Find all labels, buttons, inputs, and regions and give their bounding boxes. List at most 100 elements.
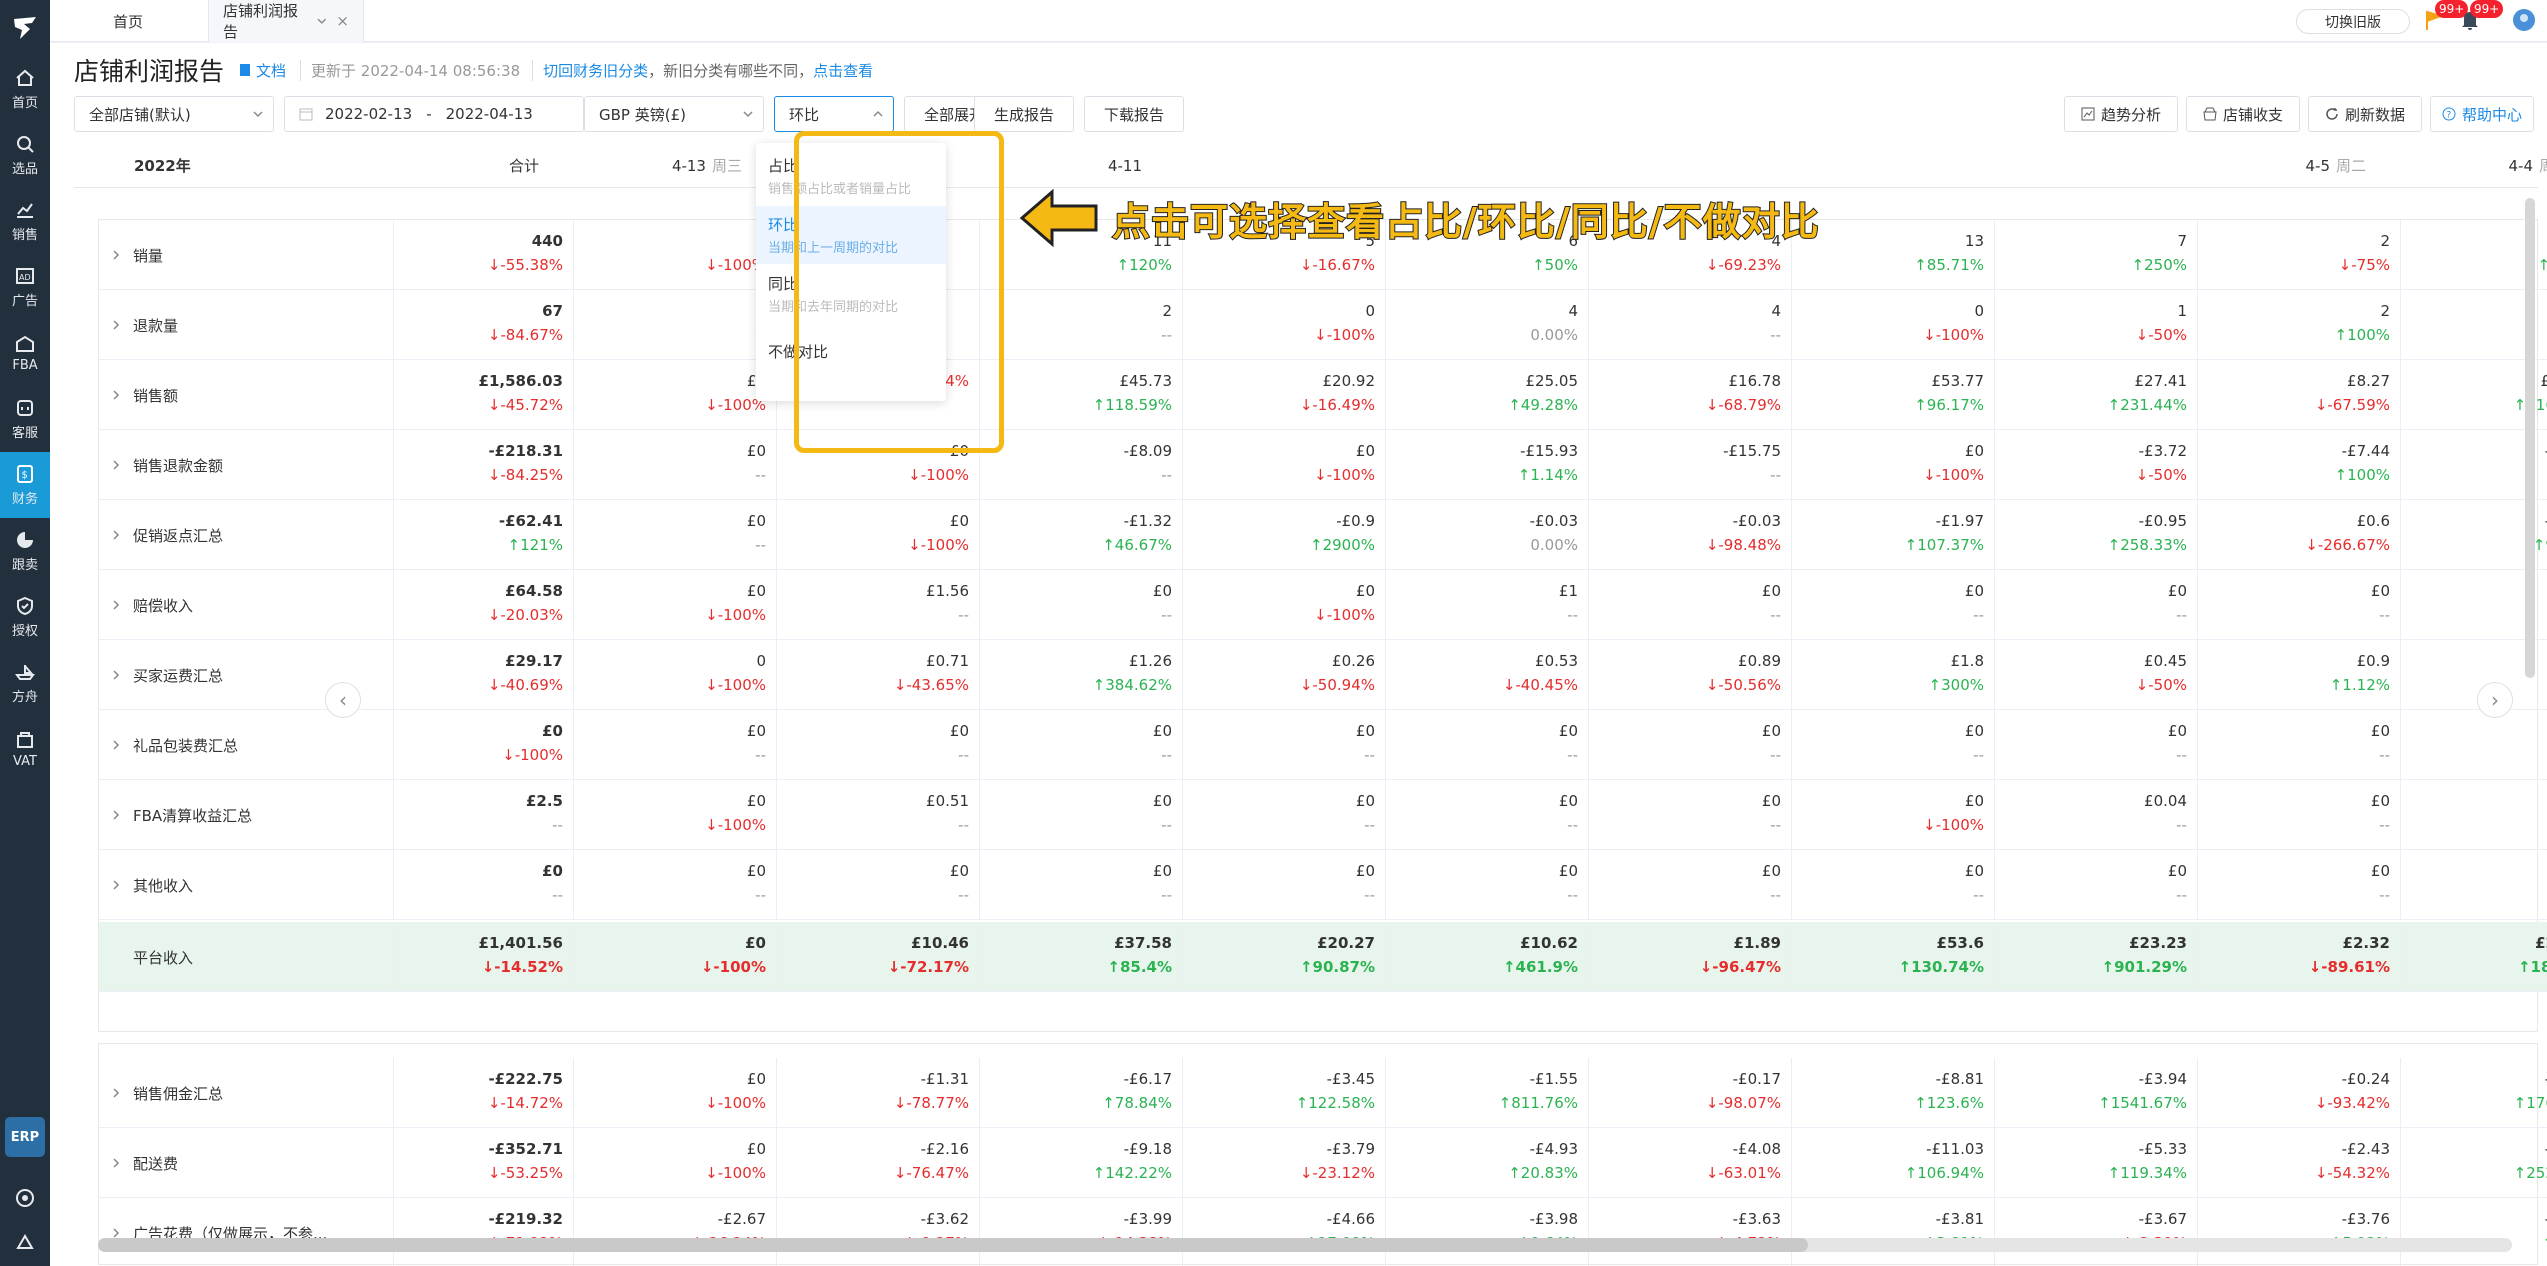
- sidebar-item-ark[interactable]: 方舟: [0, 650, 50, 716]
- sidebar-item-service[interactable]: 客服: [0, 386, 50, 452]
- refresh-data-button[interactable]: 刷新数据: [2308, 96, 2422, 132]
- chevron-right-icon[interactable]: [111, 740, 121, 750]
- erp-button[interactable]: ERP: [5, 1117, 45, 1157]
- row-label[interactable]: 销量: [99, 220, 394, 290]
- reclass-link[interactable]: 切回财务旧分类: [532, 59, 648, 81]
- row-label[interactable]: 其他收入: [99, 850, 394, 920]
- cell-value: £64.58: [505, 582, 563, 600]
- cell-value: 440: [531, 232, 563, 250]
- chevron-right-icon[interactable]: [111, 1158, 121, 1168]
- data-cell: £0 --: [574, 430, 777, 500]
- close-tab-icon[interactable]: ×: [336, 12, 349, 30]
- compare-select[interactable]: 环比: [774, 96, 894, 132]
- row-label[interactable]: 销售退款金额: [99, 430, 394, 500]
- scroll-left-button[interactable]: ‹: [325, 682, 361, 718]
- sidebar-item-shield[interactable]: 授权: [0, 584, 50, 650]
- row-label[interactable]: 促销返点汇总: [99, 500, 394, 570]
- cell-value: £0: [1558, 722, 1578, 740]
- cell-change: --: [2176, 606, 2187, 624]
- store-select[interactable]: 全部店铺(默认): [74, 96, 274, 132]
- row-label[interactable]: 销售佣金汇总: [99, 1058, 394, 1128]
- chevron-right-icon[interactable]: [111, 1228, 121, 1238]
- row-label[interactable]: 销售额: [99, 360, 394, 430]
- app-logo[interactable]: [0, 0, 50, 56]
- cell-value: £8.27: [2347, 372, 2390, 390]
- doc-icon[interactable]: [238, 63, 252, 77]
- table-row[interactable]: 礼品包装费汇总 £0 ↓-100% £0 -- £0 -- £0 -- £0 -- £0 -- £0 -- £…: [99, 710, 2547, 780]
- doc-link[interactable]: 文档: [256, 60, 286, 81]
- cell-change: --: [1770, 606, 1781, 624]
- sidebar-item-search[interactable]: 选品: [0, 122, 50, 188]
- sidebar-item-chart[interactable]: 销售: [0, 188, 50, 254]
- sidebar-item-dollar[interactable]: $ 财务: [0, 452, 50, 518]
- table-row[interactable]: 其他收入 £0 -- £0 -- £0 -- £0 -- £0 -- £0 -- £0 -- £0 -- £0 --…: [99, 850, 2547, 920]
- sidebar-item-building[interactable]: VAT: [0, 716, 50, 782]
- cell-change: 0.00%: [1530, 536, 1578, 554]
- table-row[interactable]: 销售佣金汇总 -£222.75 ↓-14.72% £0 ↓-100% -£1.31 ↓-78…: [99, 1058, 2547, 1128]
- help-center-button[interactable]: ? 帮助中心: [2430, 96, 2534, 132]
- table-row[interactable]: 销售额£1,586.03↓-45.72%£0↓-100%↓-83.24%£45.…: [99, 360, 2547, 430]
- scroll-right-button[interactable]: ›: [2477, 682, 2513, 718]
- chevron-right-icon[interactable]: [111, 460, 121, 470]
- date-range-picker[interactable]: 2022-02-13 - 2022-04-13: [284, 96, 584, 132]
- table-row[interactable]: 买家运费汇总 £29.17 ↓-40.69% 0 ↓-100% £0.71 ↓-43.65%…: [99, 640, 2547, 710]
- table-row[interactable]: 赔偿收入 £64.58 ↓-20.03% £0 ↓-100% £1.56 -- £0 -- £0 ↓…: [99, 570, 2547, 640]
- row-label-text: 促销返点汇总: [133, 526, 224, 545]
- trend-analysis-button[interactable]: 趋势分析: [2064, 96, 2178, 132]
- horizontal-scrollbar-thumb[interactable]: [98, 1238, 1808, 1252]
- cell-change: --: [2176, 886, 2187, 904]
- row-label[interactable]: 退款量: [99, 290, 394, 360]
- sidebar-item-home[interactable]: 首页: [0, 56, 50, 122]
- vertical-scrollbar[interactable]: [2525, 198, 2535, 678]
- cell-value: -£2.43: [2341, 1140, 2390, 1158]
- horizontal-scrollbar[interactable]: [98, 1238, 2512, 1252]
- data-cell: -£15.75 --: [1589, 430, 1792, 500]
- chevron-right-icon[interactable]: [111, 670, 121, 680]
- row-label[interactable]: 广告花费（仅做展示，不参...: [99, 1198, 394, 1266]
- table-row[interactable]: 广告花费（仅做展示，不参...-£219.32↓-71.92%-£2.67↓-2…: [99, 1198, 2547, 1266]
- chevron-right-icon[interactable]: [111, 880, 121, 890]
- cell-value: £22.33: [2535, 934, 2547, 952]
- generate-report-button[interactable]: 生成报告: [974, 96, 1074, 132]
- cell-change: ↓-100%: [908, 466, 969, 484]
- data-cell: -£3.76↑5.92%: [2198, 1198, 2401, 1266]
- tab-store-profit-report[interactable]: 店铺利润报告 ×: [208, 0, 364, 42]
- platform-income-row[interactable]: 平台收入 £1,401.56 ↓-14.52% £0 ↓-100% £10.46 ↓-72.…: [99, 922, 2547, 992]
- table-row[interactable]: FBA清算收益汇总 £2.5 -- £0 ↓-100% £0.51 -- £0 -- £0 -- £0…: [99, 780, 2547, 850]
- chevron-right-icon[interactable]: [111, 250, 121, 260]
- table-row[interactable]: 配送费 -£352.71 ↓-53.25% £0 ↓-100% -£2.16 ↓-76.47…: [99, 1128, 2547, 1198]
- help-icon: ?: [2442, 107, 2456, 121]
- sidebar-item-warehouse[interactable]: FBA: [0, 320, 50, 386]
- chevron-right-icon[interactable]: [111, 530, 121, 540]
- download-report-button[interactable]: 下载报告: [1084, 96, 1184, 132]
- data-cell: £10.46 ↓-72.17%: [777, 922, 980, 992]
- row-label[interactable]: FBA清算收益汇总: [99, 780, 394, 850]
- row-label[interactable]: 赔偿收入: [99, 570, 394, 640]
- currency-select[interactable]: GBP 英镑(£): [584, 96, 764, 132]
- table-row[interactable]: 销售退款金额 -£218.31 ↓-84.25% £0 -- £0 ↓-100% -£8.09…: [99, 430, 2547, 500]
- chevron-right-icon[interactable]: [111, 600, 121, 610]
- switch-old-version-button[interactable]: 切换旧版: [2296, 9, 2410, 34]
- cell-change: 0.00%: [1530, 326, 1578, 344]
- chevron-right-icon[interactable]: [111, 390, 121, 400]
- avatar[interactable]: [2512, 8, 2536, 32]
- sidebar-item-ad[interactable]: AD 广告: [0, 254, 50, 320]
- chevron-down-icon[interactable]: [317, 16, 327, 26]
- tab-home[interactable]: 首页: [50, 0, 206, 42]
- row-label[interactable]: 配送费: [99, 1128, 394, 1198]
- cell-change: ↑130.74%: [1898, 958, 1985, 976]
- table-row[interactable]: 退款量 67 ↓-84.67% 0 -- 2 -- 0 ↓-100% 4 0.00% 4 -- 0 ↓-10…: [99, 290, 2547, 360]
- settings-icon[interactable]: [15, 1232, 35, 1252]
- data-cell: £0 ↓-100%: [1792, 430, 1995, 500]
- click-view-link[interactable]: 点击查看: [813, 60, 873, 81]
- chevron-right-icon[interactable]: [111, 320, 121, 330]
- support-icon[interactable]: [15, 1188, 35, 1208]
- sidebar-item-pie[interactable]: 跟卖: [0, 518, 50, 584]
- cell-value: £0: [2370, 792, 2390, 810]
- table-row[interactable]: 促销返点汇总 -£62.41 ↑121% £0 -- £0 ↓-100% -£1.32 ↑46.…: [99, 500, 2547, 570]
- chevron-right-icon[interactable]: [111, 1088, 121, 1098]
- store-balance-button[interactable]: 店铺收支: [2186, 96, 2300, 132]
- help-center-label: 帮助中心: [2461, 105, 2522, 124]
- row-label[interactable]: 礼品包装费汇总: [99, 710, 394, 780]
- chevron-right-icon[interactable]: [111, 810, 121, 820]
